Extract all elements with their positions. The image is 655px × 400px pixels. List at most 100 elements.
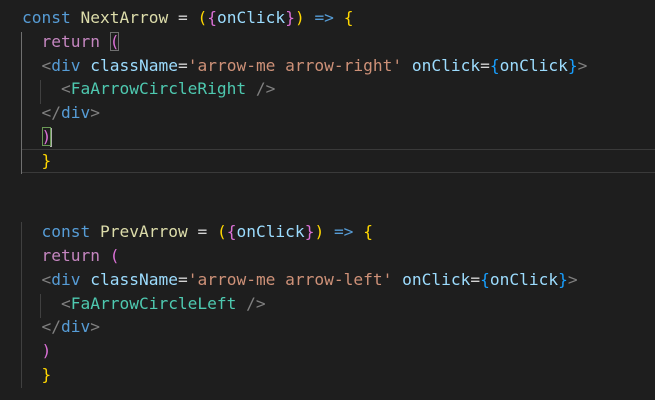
code-token: />: [246, 293, 266, 313]
code-token: (: [109, 31, 120, 51]
code-token: return: [41, 31, 100, 51]
code-editor[interactable]: const NextArrow = ({onClick}) => { retur…: [0, 0, 655, 400]
code-token: >: [90, 317, 100, 337]
code-token: }: [567, 55, 578, 75]
code-token: <: [60, 293, 71, 313]
code-token: =>: [333, 222, 354, 242]
code-token: <: [41, 55, 52, 75]
code-token: =: [177, 8, 188, 27]
code-line[interactable]: <div className='arrow-me arrow-right' on…: [22, 54, 588, 78]
code-token: onClick: [411, 55, 481, 75]
code-token: const: [22, 8, 71, 27]
code-token: }: [304, 222, 315, 242]
code-token: =: [177, 269, 188, 289]
code-token: (: [109, 246, 120, 265]
code-line-content: <FaArrowCircleRight />: [22, 79, 275, 98]
code-line[interactable]: <div className='arrow-me arrow-left' onC…: [22, 268, 578, 292]
code-line[interactable]: ): [22, 339, 52, 363]
code-token: =: [177, 55, 188, 75]
code-token: (: [197, 8, 208, 27]
code-line[interactable]: <FaArrowCircleLeft />: [22, 292, 266, 316]
code-token: (: [216, 222, 227, 242]
code-token: =: [470, 269, 481, 289]
code-line-content: return (: [22, 246, 120, 265]
code-line-content: <div className='arrow-me arrow-right' on…: [22, 55, 588, 75]
code-token: ): [294, 8, 305, 27]
code-token: =: [197, 222, 208, 242]
code-token: FaArrowCircleRight: [70, 79, 247, 99]
text-cursor: [50, 128, 53, 147]
code-token: {: [343, 8, 354, 27]
code-token: >: [577, 55, 588, 75]
code-token: }: [41, 150, 52, 170]
current-line[interactable]: }: [22, 148, 655, 173]
code-token: return: [41, 246, 100, 265]
code-token: onClick: [216, 8, 286, 27]
code-token: div: [61, 317, 91, 337]
code-line[interactable]: return (: [22, 244, 120, 268]
code-token: }: [558, 269, 568, 289]
code-token: onClick: [499, 55, 568, 75]
code-token: =: [480, 55, 490, 75]
code-token: {: [207, 8, 217, 27]
code-token: div: [61, 103, 91, 123]
code-token: ): [314, 222, 325, 242]
code-line-content: <div className='arrow-me arrow-left' onC…: [22, 270, 578, 289]
code-token: {: [480, 269, 490, 289]
code-token: >: [567, 269, 578, 289]
code-token: />: [255, 79, 276, 99]
code-line[interactable]: return (: [22, 30, 120, 54]
code-line[interactable]: const PrevArrow = ({onClick}) => {: [22, 220, 373, 244]
code-line[interactable]: ): [22, 125, 53, 149]
code-token: onClick: [489, 269, 559, 289]
code-line[interactable]: const NextArrow = ({onClick}) => {: [22, 6, 353, 30]
code-line-content: }: [22, 365, 52, 384]
code-line-content: const PrevArrow = ({onClick}) => {: [22, 222, 373, 241]
code-token: </: [41, 317, 62, 337]
code-line[interactable]: </div>: [22, 101, 101, 125]
code-line[interactable]: <FaArrowCircleRight />: [22, 77, 275, 101]
code-line-content: }: [22, 149, 52, 173]
code-token: }: [41, 365, 52, 384]
code-line[interactable]: }: [22, 363, 52, 387]
code-token: {: [363, 222, 373, 242]
code-line-content: const NextArrow = ({onClick}) => {: [22, 8, 353, 27]
code-token: onClick: [402, 269, 471, 289]
code-line-content: return (: [22, 31, 120, 51]
code-token: className: [90, 269, 178, 289]
code-line[interactable]: </div>: [22, 315, 101, 339]
code-line-content: <FaArrowCircleLeft />: [22, 294, 266, 313]
code-token: <: [41, 269, 52, 289]
code-line-content: ): [22, 341, 52, 360]
code-token: <: [60, 79, 71, 99]
code-token: NextArrow: [80, 8, 169, 27]
code-token: const: [41, 222, 91, 242]
code-token: div: [51, 55, 81, 75]
code-token: }: [285, 8, 295, 27]
code-line-content: </div>: [22, 317, 101, 337]
